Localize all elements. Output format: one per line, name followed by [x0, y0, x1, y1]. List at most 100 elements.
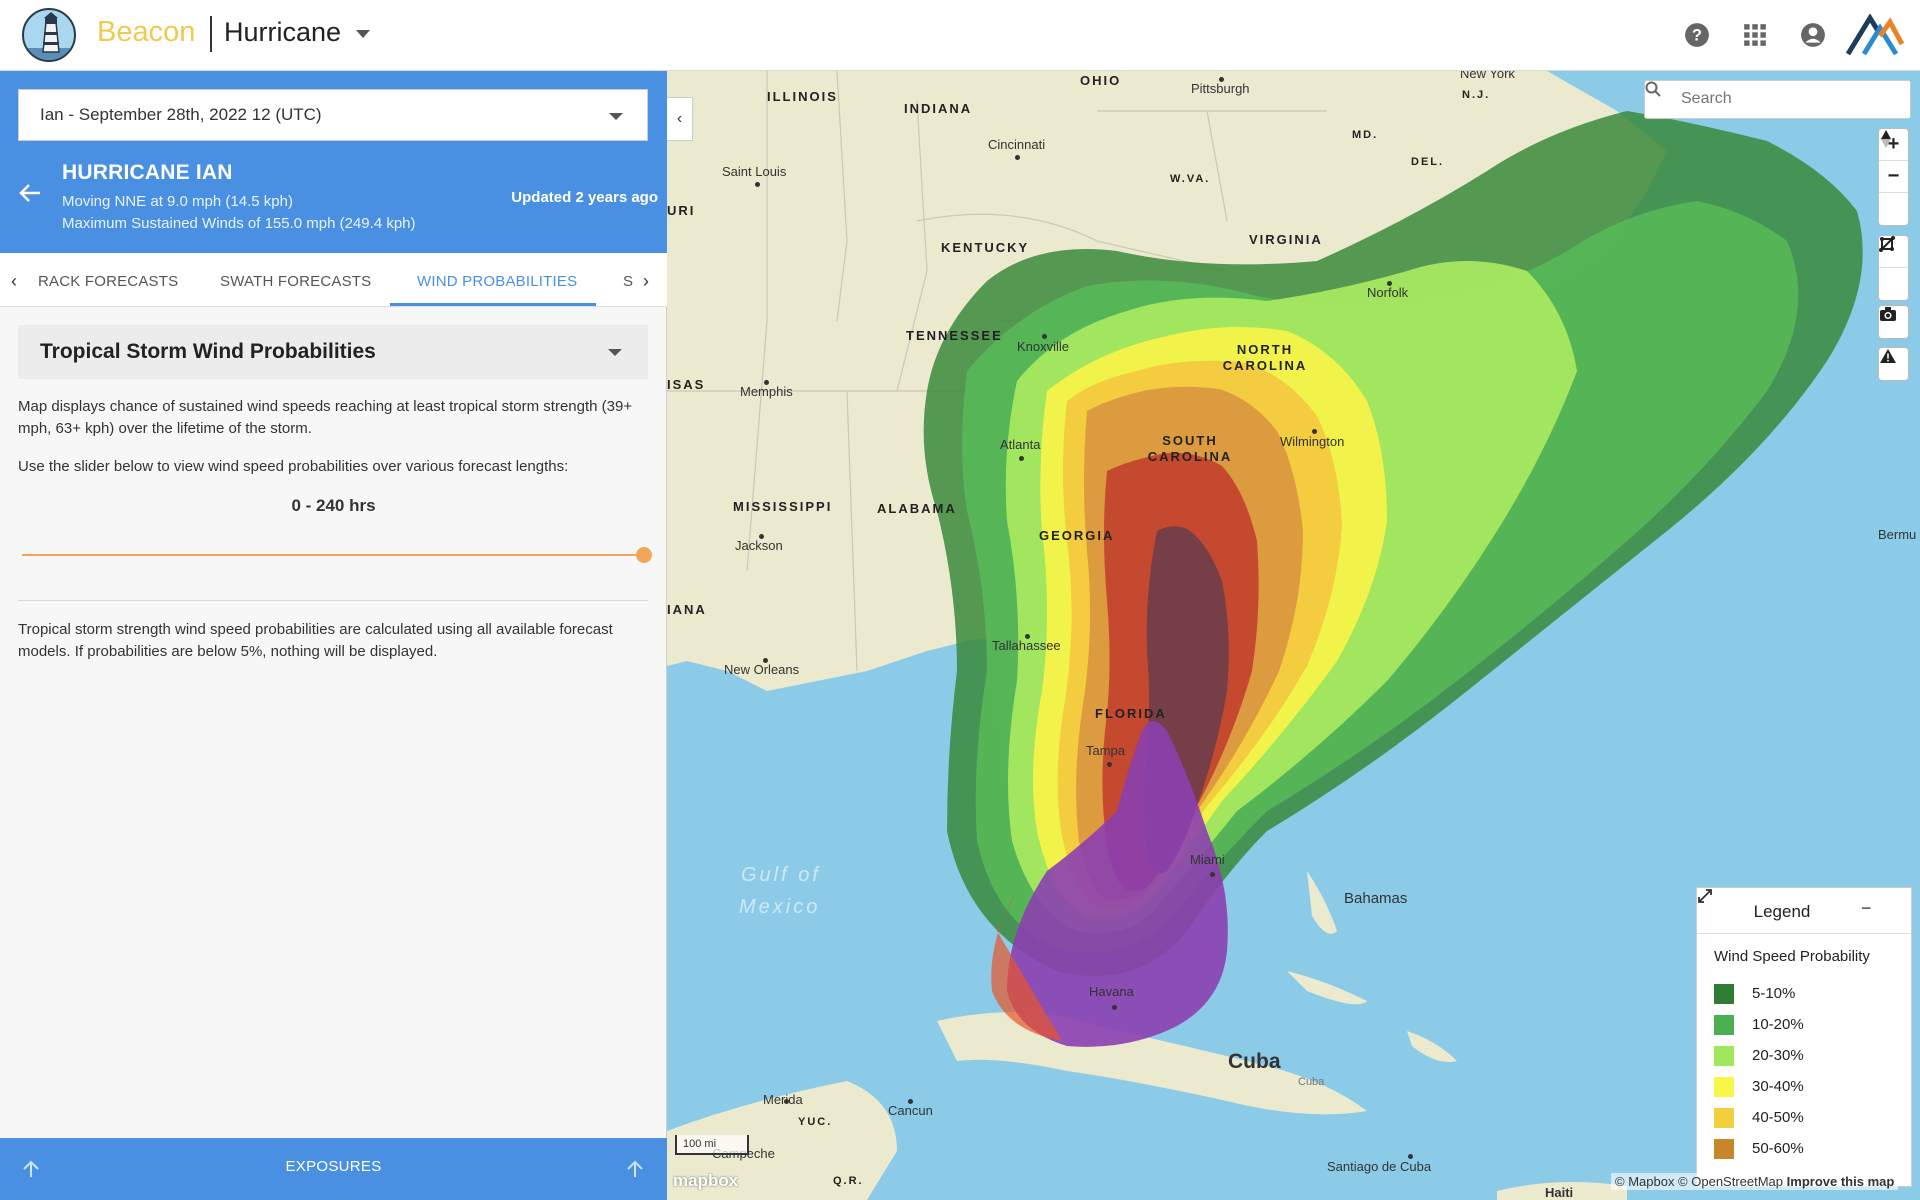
city-label-miami: Miami [1190, 852, 1225, 867]
state-label-ohio: OHIO [1080, 73, 1122, 88]
storm-selector-value: Ian - September 28th, 2022 12 (UTC) [40, 105, 322, 124]
forecast-tabs: ‹ RACK FORECASTS SWATH FORECASTS WIND PR… [0, 253, 667, 307]
city-label-new-york: New York [1460, 71, 1515, 81]
label-bahamas: Bahamas [1344, 890, 1408, 907]
tab-overflow[interactable]: S [623, 273, 633, 290]
city-label-havana: Havana [1089, 984, 1134, 999]
city-dot [1112, 1005, 1117, 1010]
exposures-bar[interactable]: EXPOSURES [0, 1138, 667, 1200]
arrow-up-icon [627, 1160, 643, 1177]
draw-polygon-icon[interactable] [1879, 237, 1908, 300]
screenshot-control [1878, 305, 1909, 339]
legend-swatch [1714, 1046, 1734, 1066]
brand-name: Beacon [97, 16, 196, 48]
updated-time: Updated 2 years ago [511, 189, 658, 206]
probability-note: Tropical storm strength wind speed proba… [18, 621, 613, 660]
city-label-atlanta: Atlanta [1000, 437, 1041, 452]
city-label-new-orleans: New Orleans [724, 662, 800, 677]
apps-grid-icon[interactable] [1742, 22, 1768, 48]
legend-label: 30-40% [1752, 1078, 1804, 1095]
mapbox-logo[interactable]: mapbox [673, 1171, 738, 1191]
storm-title: HURRICANE IAN [62, 161, 233, 184]
back-arrow-icon[interactable] [18, 183, 42, 203]
state-label-yucatan: YUC. [798, 1116, 833, 1128]
help-icon[interactable]: ? [1684, 22, 1710, 48]
slider-handle[interactable] [636, 547, 652, 563]
state-label-maryland: MD. [1352, 129, 1379, 141]
tabs-scroll-left-icon[interactable]: ‹ [11, 271, 17, 292]
exposures-label: EXPOSURES [285, 1158, 382, 1175]
search-input[interactable] [1681, 90, 1901, 108]
state-label-arkansas-partial: ISAS [667, 377, 706, 392]
tab-wind-probabilities[interactable]: WIND PROBABILITIES [417, 273, 577, 290]
forecast-length-slider[interactable] [22, 554, 644, 556]
water-label-gulf-line1: Gulf of [741, 864, 821, 886]
warning-icon[interactable] [1879, 348, 1908, 380]
company-logo-icon [1846, 14, 1904, 56]
state-label-kentucky: KENTUCKY [941, 240, 1030, 255]
collapse-panel-button[interactable]: ‹ [667, 97, 693, 141]
svg-text:?: ? [1692, 26, 1702, 44]
probability-type-selector[interactable]: Tropical Storm Wind Probabilities [18, 325, 648, 379]
lighthouse-logo-icon[interactable] [22, 8, 76, 62]
legend-label: 40-50% [1752, 1109, 1804, 1126]
city-label-memphis: Memphis [740, 384, 793, 399]
legend-label: 10-20% [1752, 1016, 1804, 1033]
city-dot [1019, 456, 1024, 461]
tab-track-forecasts[interactable]: RACK FORECASTS [38, 273, 178, 290]
legend-swatch [1714, 1108, 1734, 1128]
camera-icon[interactable] [1879, 306, 1908, 338]
city-label-cincinnati: Cincinnati [988, 137, 1046, 152]
zoom-out-icon[interactable]: − [1879, 161, 1908, 193]
city-label-tampa: Tampa [1086, 743, 1126, 758]
legend-swatch [1714, 1015, 1734, 1035]
legend-subtitle: Wind Speed Probability [1714, 948, 1870, 965]
search-icon [1645, 81, 1661, 97]
hurricane-map[interactable]: ILLINOIS INDIANA OHIO KENTUCKY VIRGINIA … [667, 71, 1920, 1200]
storm-summary: Ian - September 28th, 2022 12 (UTC) HURR… [0, 71, 667, 253]
state-label-quintana-roo: Q.R. [833, 1175, 864, 1187]
expand-icon[interactable] [1697, 888, 1713, 904]
water-label-gulf-line2: Mexico [739, 896, 821, 918]
label-cuba-small: Cuba [1298, 1076, 1325, 1088]
tab-swath-forecasts[interactable]: SWATH FORECASTS [220, 273, 371, 290]
legend-swatch [1714, 1139, 1734, 1159]
state-label-south-carolina: SOUTH CAROLINA [1147, 433, 1233, 464]
storm-selector[interactable]: Ian - September 28th, 2022 12 (UTC) [18, 89, 648, 141]
attribution-text: © Mapbox © OpenStreetMap [1615, 1174, 1784, 1189]
account-icon[interactable] [1800, 22, 1826, 48]
city-label-wilmington: Wilmington [1280, 434, 1345, 449]
city-label-saint-louis: Saint Louis [722, 164, 787, 179]
storm-max-winds: Maximum Sustained Winds of 155.0 mph (24… [62, 215, 416, 232]
city-label-knoxville: Knoxville [1017, 339, 1070, 354]
draw-controls [1878, 235, 1909, 301]
chevron-down-icon [608, 349, 622, 356]
city-label-norfolk: Norfolk [1367, 285, 1409, 300]
compass-icon[interactable] [1879, 130, 1908, 225]
city-label-merida: Merida [763, 1092, 803, 1107]
minimize-icon[interactable]: − [1861, 898, 1872, 919]
state-label-north-carolina: NORTH CAROLINA [1222, 342, 1308, 373]
app-header: Beacon Hurricane ? [0, 0, 1920, 71]
tabs-scroll-right-icon[interactable]: › [643, 271, 649, 292]
module-dropdown-caret-icon[interactable] [356, 30, 370, 38]
legend-label: 20-30% [1752, 1047, 1804, 1064]
city-label-santiago-de-cuba: Santiago de Cuba [1327, 1159, 1432, 1174]
module-name[interactable]: Hurricane [224, 17, 341, 48]
state-label-west-virginia: W.VA. [1170, 173, 1211, 185]
map-search[interactable] [1644, 80, 1911, 119]
improve-map-link[interactable]: Improve this map [1787, 1174, 1895, 1189]
city-label-pittsburgh: Pittsburgh [1191, 81, 1250, 96]
city-label-cancun: Cancun [888, 1103, 933, 1118]
city-dot [1015, 155, 1020, 160]
brand-divider [210, 16, 212, 52]
forecast-range-label: 0 - 240 hrs [291, 496, 376, 515]
storm-panel: Ian - September 28th, 2022 12 (UTC) HURR… [0, 71, 667, 1200]
alert-control [1878, 347, 1909, 381]
legend-swatch [1714, 1077, 1734, 1097]
divider [18, 600, 648, 601]
city-label-tallahassee: Tallahassee [992, 638, 1061, 653]
state-label-georgia: GEORGIA [1039, 528, 1115, 543]
city-dot [1107, 762, 1112, 767]
state-label-mississippi: MISSISSIPPI [733, 499, 833, 514]
